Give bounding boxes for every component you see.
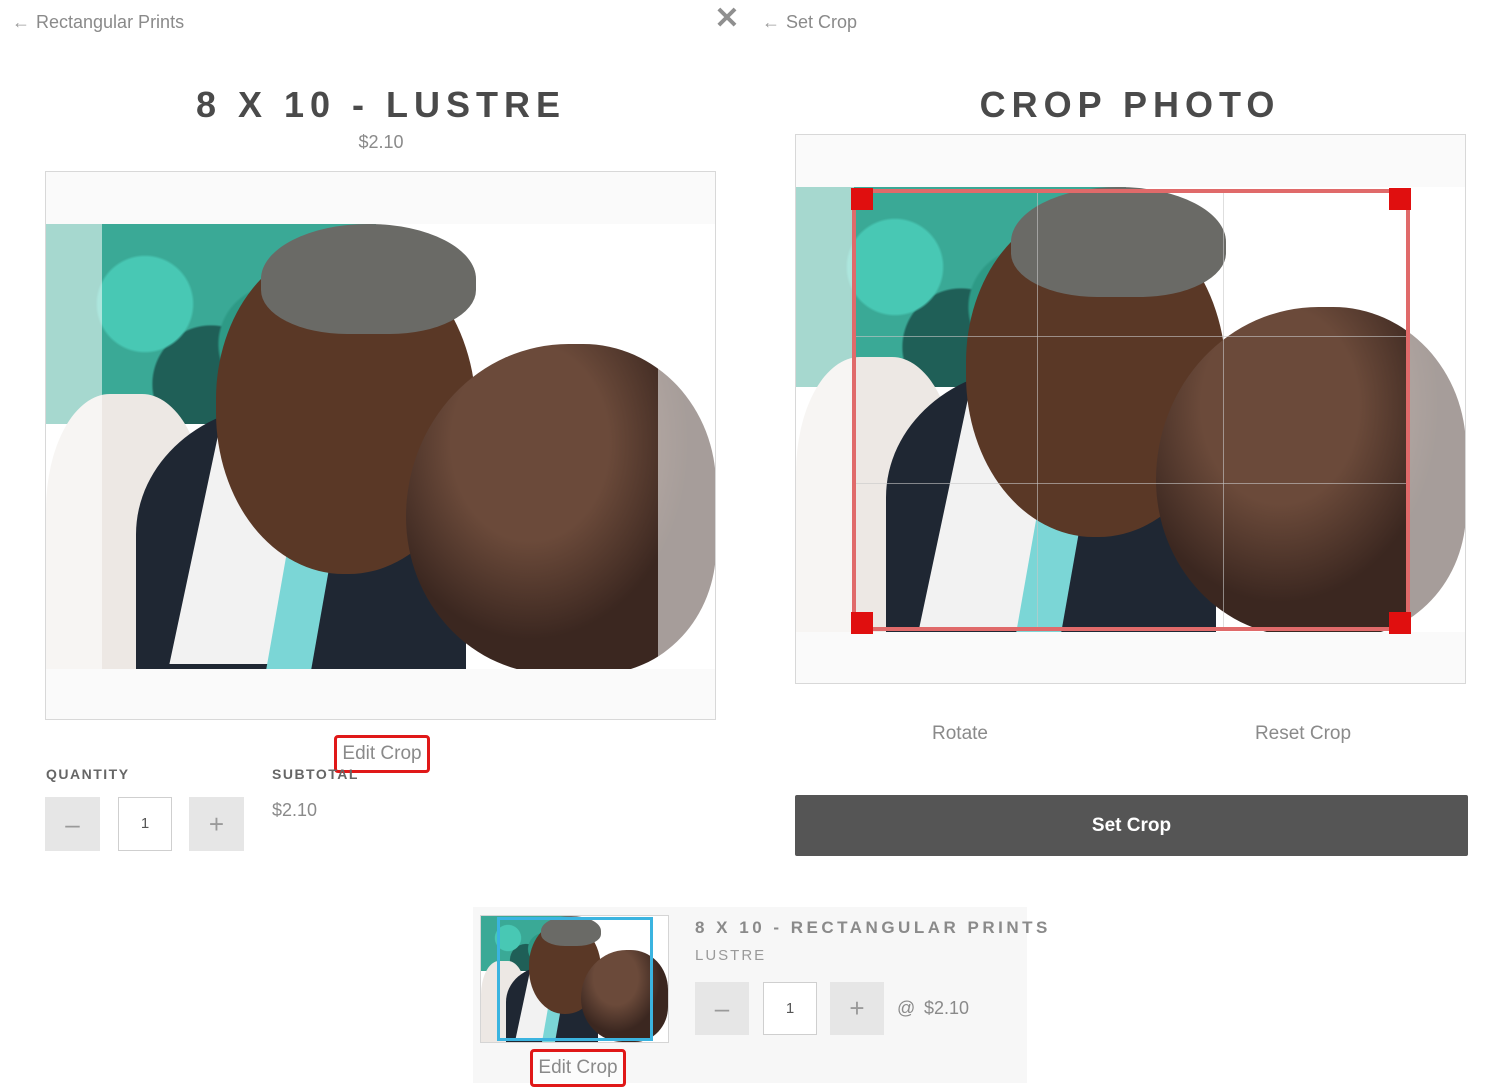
plus-icon: +: [849, 993, 865, 1023]
crop-selection-rectangle[interactable]: [852, 189, 1410, 631]
quantity-label: QUANTITY: [46, 766, 130, 782]
back-to-set-crop-link[interactable]: ← Set Crop: [762, 12, 857, 33]
minus-icon: –: [714, 993, 730, 1023]
product-price: $2.10: [358, 132, 404, 152]
photo-preview: [45, 171, 716, 720]
subtotal-value: $2.10: [272, 800, 318, 820]
cart-quantity-increase-button[interactable]: +: [830, 982, 884, 1035]
plus-icon: +: [208, 809, 225, 839]
photo-image: [46, 224, 715, 669]
back-link-label: Set Crop: [786, 12, 858, 32]
cart-item-thumbnail[interactable]: [480, 915, 669, 1043]
cart-quantity-decrease-button[interactable]: –: [695, 982, 749, 1035]
crop-handle-top-right[interactable]: [1389, 188, 1411, 210]
quantity-increase-button[interactable]: +: [189, 797, 244, 851]
thumbnail-crop-outline: [497, 917, 653, 1041]
rotate-button[interactable]: Rotate: [900, 723, 1020, 745]
arrow-left-icon: ←: [762, 12, 780, 32]
cart-edit-crop-button[interactable]: Edit Crop: [530, 1049, 626, 1087]
close-icon[interactable]: ✕: [712, 4, 742, 34]
crop-canvas[interactable]: [795, 134, 1466, 684]
set-crop-button[interactable]: Set Crop: [795, 795, 1468, 856]
cart-item-finish: LUSTRE: [695, 947, 767, 964]
quantity-input[interactable]: 1: [118, 797, 172, 851]
crop-photo-title: CROP PHOTO: [979, 84, 1281, 125]
cart-unit-price: $2.10: [924, 998, 970, 1018]
back-link-label: Rectangular Prints: [36, 12, 185, 32]
product-title: 8 X 10 - LUSTRE: [195, 84, 567, 125]
reset-crop-button[interactable]: Reset Crop: [1233, 723, 1373, 745]
cart-quantity-input[interactable]: 1: [763, 982, 817, 1035]
crop-handle-bottom-left[interactable]: [851, 612, 873, 634]
crop-handle-top-left[interactable]: [851, 188, 873, 210]
back-to-rectangular-prints-link[interactable]: ← Rectangular Prints: [12, 12, 184, 33]
subtotal-label: SUBTOTAL: [272, 766, 359, 782]
cart-item-title: 8 X 10 - RECTANGULAR PRINTS: [695, 918, 1051, 937]
quantity-decrease-button[interactable]: –: [45, 797, 100, 851]
crop-handle-bottom-right[interactable]: [1389, 612, 1411, 634]
at-symbol: @: [897, 998, 916, 1018]
arrow-left-icon: ←: [12, 12, 30, 32]
minus-icon: –: [65, 809, 80, 839]
